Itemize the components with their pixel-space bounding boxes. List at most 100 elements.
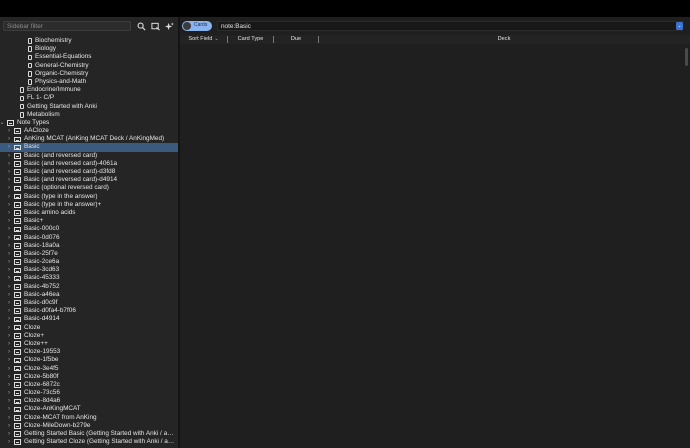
chevron-right-icon[interactable]: › [6, 283, 12, 291]
sidebar-notetype-item[interactable]: › Cloze-73c56 [0, 389, 178, 397]
sidebar-deck-item[interactable]: Biology [0, 45, 178, 53]
sidebar-notetype-item[interactable]: › Basic-a46ea [0, 291, 178, 299]
chevron-right-icon[interactable]: › [6, 127, 12, 135]
chevron-right-icon[interactable]: › [6, 381, 12, 389]
sidebar-notetype-item[interactable]: › Basic (and reversed card)-d3fd8 [0, 168, 178, 176]
column-header-sort-field[interactable]: Sort Field ⌄ [180, 35, 227, 44]
chevron-right-icon[interactable]: › [6, 414, 12, 422]
sidebar-notetype-item[interactable]: › Cloze-AnKingMCAT [0, 405, 178, 413]
select-icon[interactable] [151, 22, 160, 31]
chevron-right-icon[interactable]: › [6, 160, 12, 168]
chevron-right-icon[interactable]: › [6, 193, 12, 201]
chevron-right-icon[interactable]: › [6, 373, 12, 381]
sidebar-deck-item[interactable]: Organic-Chemistry [0, 70, 178, 78]
sidebar-deck-item[interactable]: General-Chemistry [0, 62, 178, 70]
chevron-right-icon[interactable]: › [6, 340, 12, 348]
sidebar-notetype-item[interactable]: › Cloze-19553 [0, 348, 178, 356]
sidebar-notetype-item[interactable]: › Basic-2ce6a [0, 258, 178, 266]
column-header-card-type[interactable]: Card Type [228, 35, 273, 44]
sidebar-notetype-item[interactable]: › Basic amino acids [0, 209, 178, 217]
chevron-right-icon[interactable]: › [6, 422, 12, 430]
chevron-right-icon[interactable]: › [6, 234, 12, 242]
sidebar-notetype-item[interactable]: › Basic (and reversed card)-d4914 [0, 176, 178, 184]
sidebar-notetype-item[interactable]: › Basic [0, 143, 178, 152]
sidebar-deck-item[interactable]: Essential-Equations [0, 53, 178, 61]
chevron-right-icon[interactable]: › [6, 365, 12, 373]
chevron-right-icon[interactable]: › [6, 315, 12, 323]
sidebar-deck-item[interactable]: FL 1- C/P [0, 94, 178, 102]
chevron-right-icon[interactable]: › [6, 291, 12, 299]
sidebar-deck-item[interactable]: Metabolism [0, 111, 178, 119]
chevron-down-icon[interactable]: ⌄ [0, 119, 5, 127]
chevron-right-icon[interactable]: › [6, 299, 12, 307]
sidebar-notetype-item[interactable]: › Basic (type in the answer)+ [0, 201, 178, 209]
chevron-right-icon[interactable]: › [6, 209, 12, 217]
cards-notes-toggle[interactable]: Cards [182, 21, 212, 31]
sidebar-notetype-item[interactable]: › Basic+ [0, 217, 178, 225]
chevron-right-icon[interactable]: › [6, 184, 12, 192]
sidebar-notetype-item[interactable]: › Cloze-5b80f [0, 373, 178, 381]
sidebar-notetype-item[interactable]: › Basic-18a0a [0, 242, 178, 250]
sidebar-notetype-item[interactable]: ⌄ Note Types [0, 119, 178, 127]
sidebar-notetype-item[interactable]: › Basic-25f7e [0, 250, 178, 258]
sidebar-notetype-item[interactable]: › Cloze-6872c [0, 381, 178, 389]
search-input[interactable] [217, 21, 683, 31]
sidebar-notetype-item[interactable]: › AnKing MCAT (AnKing MCAT Deck / AnKingM… [0, 135, 178, 143]
sidebar-deck-item[interactable]: Endocrine/Immune [0, 86, 178, 94]
chevron-right-icon[interactable]: › [6, 356, 12, 364]
chevron-right-icon[interactable]: › [6, 168, 12, 176]
sidebar-notetype-item[interactable]: › Cloze+ [0, 332, 178, 340]
column-header-deck[interactable]: Deck [319, 35, 689, 44]
sidebar-notetype-item[interactable]: › Getting Started Cloze (Getting Started … [0, 438, 178, 446]
sidebar-notetype-item[interactable]: › Cloze-1f5be [0, 356, 178, 364]
sparkle-icon[interactable] [165, 22, 174, 31]
chevron-right-icon[interactable]: › [6, 250, 12, 258]
sidebar-notetype-item[interactable]: › Basic-000c0 [0, 225, 178, 233]
chevron-right-icon[interactable]: › [6, 348, 12, 356]
chevron-right-icon[interactable]: › [6, 135, 12, 143]
sidebar-notetype-item[interactable]: › Cloze-3e4f5 [0, 365, 178, 373]
sidebar-notetype-item[interactable]: › Basic-0d076 [0, 234, 178, 242]
sidebar-deck-item[interactable]: Getting Started with Anki [0, 103, 178, 111]
chevron-right-icon[interactable]: › [6, 438, 12, 446]
chevron-right-icon[interactable]: › [6, 201, 12, 209]
chevron-right-icon[interactable]: › [6, 258, 12, 266]
table-scrollbar[interactable] [685, 48, 688, 66]
chevron-right-icon[interactable]: › [6, 389, 12, 397]
sidebar-notetype-item[interactable]: › Cloze-MCAT from AnKing [0, 414, 178, 422]
chevron-right-icon[interactable]: › [6, 266, 12, 274]
chevron-right-icon[interactable]: › [6, 152, 12, 160]
chevron-down-icon[interactable]: ⌄ [676, 22, 683, 30]
sidebar-notetype-item[interactable]: › Basic-d4914 [0, 315, 178, 323]
chevron-right-icon[interactable]: › [6, 176, 12, 184]
sidebar-notetype-item[interactable]: › Basic-d0c9f [0, 299, 178, 307]
sidebar-notetype-item[interactable]: › AACloze [0, 127, 178, 135]
sidebar-filter-input[interactable] [3, 21, 131, 31]
sidebar-notetype-item[interactable]: › Getting Started Basic (Getting Started … [0, 430, 178, 438]
chevron-right-icon[interactable]: › [6, 217, 12, 225]
sidebar-notetype-item[interactable]: › Basic (type in the answer) [0, 193, 178, 201]
sidebar-notetype-item[interactable]: › Cloze [0, 324, 178, 332]
chevron-right-icon[interactable]: › [6, 143, 12, 151]
chevron-right-icon[interactable]: › [6, 242, 12, 250]
chevron-right-icon[interactable]: › [6, 332, 12, 340]
sidebar-notetype-item[interactable]: › Basic (optional reversed card) [0, 184, 178, 192]
chevron-right-icon[interactable]: › [6, 405, 12, 413]
sidebar-notetype-item[interactable]: › Basic-d0fa4-b7f06 [0, 307, 178, 315]
sidebar-notetype-item[interactable]: › Basic (and reversed card) [0, 152, 178, 160]
sidebar-deck-item[interactable]: Physics-and-Math [0, 78, 178, 86]
chevron-right-icon[interactable]: › [6, 307, 12, 315]
sidebar-notetype-item[interactable]: › Cloze-8d4a6 [0, 397, 178, 405]
chevron-right-icon[interactable]: › [6, 324, 12, 332]
sidebar-deck-item[interactable]: Biochemistry [0, 37, 178, 45]
search-icon[interactable] [137, 22, 146, 31]
sidebar-notetype-item[interactable]: › Basic (and reversed card)-4061a [0, 160, 178, 168]
sidebar-notetype-item[interactable]: › Basic-45333 [0, 274, 178, 282]
sidebar-notetype-item[interactable]: › Basic-3cd63 [0, 266, 178, 274]
sidebar-notetype-item[interactable]: › Cloze-MileDown-b279e [0, 422, 178, 430]
column-header-due[interactable]: Due [274, 35, 318, 44]
sidebar-notetype-item[interactable]: › Cloze++ [0, 340, 178, 348]
chevron-right-icon[interactable]: › [6, 430, 12, 438]
sidebar-notetype-item[interactable]: › Basic-4b752 [0, 283, 178, 291]
chevron-right-icon[interactable]: › [6, 397, 12, 405]
